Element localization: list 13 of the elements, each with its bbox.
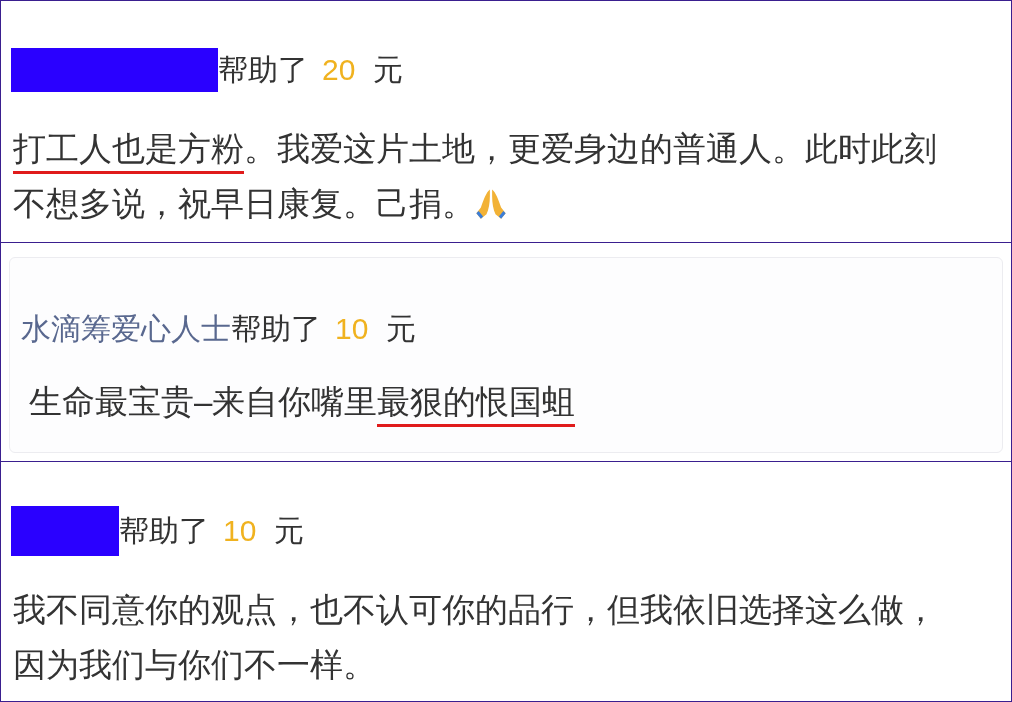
comment-text: 生命最宝贵–来自你嘴里最狠的恨国蛆 <box>29 374 969 429</box>
comment-text: 打工人也是方粉。我爱这片土地，更爱身边的普通人。此时此刻不想多说，祝早日康复。己捐。 <box>13 129 938 224</box>
donation-amount: 10 <box>335 312 369 346</box>
donation-amount: 10 <box>223 514 257 548</box>
helped-label: 帮助了 <box>119 512 209 549</box>
donor-name: 水滴筹爱心人士 <box>21 310 231 347</box>
comment-text: 我不同意你的观点，也不认可你的品行，但我依旧选择这么做，因为我们与你们不一样。 <box>13 590 938 685</box>
helped-label: 帮助了 <box>231 310 321 347</box>
currency-unit: 元 <box>386 310 417 347</box>
helped-label: 帮助了 <box>218 51 308 88</box>
donation-amount: 20 <box>322 53 356 87</box>
currency-unit: 元 <box>373 51 404 88</box>
currency-unit: 元 <box>274 512 305 549</box>
